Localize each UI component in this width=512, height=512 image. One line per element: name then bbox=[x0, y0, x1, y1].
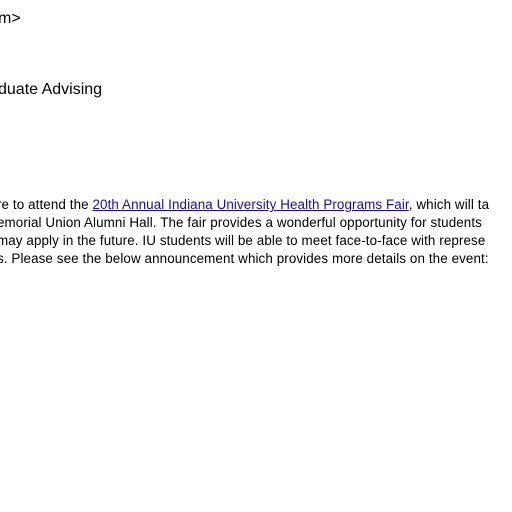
email-subject: duate Advising bbox=[0, 81, 103, 98]
sender-address-fragment: m> bbox=[0, 10, 21, 27]
body-line-4: s. Please see the below announcement whi… bbox=[0, 251, 489, 266]
body-line-1-start: re to attend the bbox=[0, 197, 93, 212]
body-line-3: may apply in the future. IU students wil… bbox=[0, 233, 486, 248]
body-line-1: re to attend the 20th Annual Indiana Uni… bbox=[0, 197, 489, 212]
health-programs-fair-link[interactable]: 20th Annual Indiana University Health Pr… bbox=[93, 197, 409, 212]
body-line-1-end: , which will ta bbox=[408, 197, 490, 212]
body-line-2: emorial Union Alumni Hall. The fair prov… bbox=[0, 215, 482, 230]
email-view: { "header": { "from_fragment": "m>", "su… bbox=[0, 0, 512, 512]
